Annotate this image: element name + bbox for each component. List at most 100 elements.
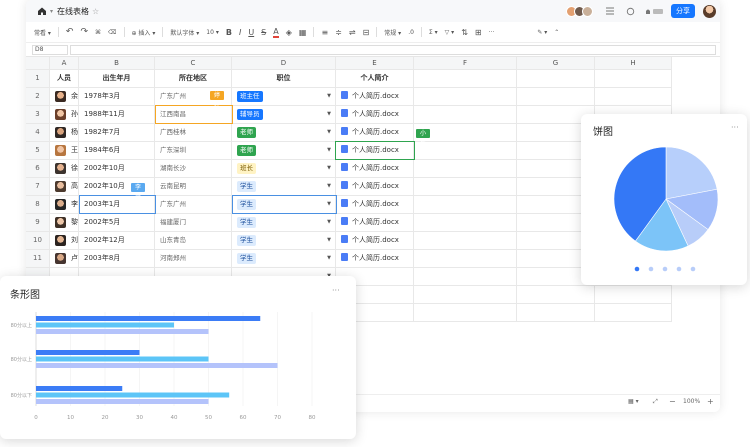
column-header-g[interactable]: G (517, 57, 595, 70)
pagination-dot[interactable] (690, 266, 696, 272)
notification-icon[interactable] (643, 4, 665, 18)
select-all-corner[interactable] (26, 57, 50, 70)
dropdown-arrow-icon[interactable]: ▼ (327, 142, 331, 159)
formula-input[interactable] (70, 45, 716, 55)
job-cell[interactable]: 学生 ▼ (232, 214, 336, 232)
row-header[interactable]: 6 (26, 160, 50, 178)
row-header[interactable]: 7 (26, 178, 50, 196)
home-icon[interactable] (35, 4, 49, 18)
region-cell[interactable]: 江西南昌 (155, 106, 232, 124)
column-header-c[interactable]: C (155, 57, 232, 70)
resume-cell[interactable]: 个人简历.docx (336, 250, 414, 268)
view-mode-button[interactable]: ▦ ▾ (628, 398, 639, 405)
column-title-region[interactable]: 所在地区 (155, 70, 232, 88)
zoom-level[interactable]: 100% (683, 398, 700, 405)
person-cell[interactable]: 刘熠翔 (50, 232, 79, 250)
resume-cell[interactable]: 个人简历.docx (336, 106, 414, 124)
job-cell[interactable]: 班主任 ▼ (232, 88, 336, 106)
border-icon[interactable]: ▦ (299, 28, 307, 37)
user-avatar[interactable] (703, 4, 716, 18)
birth-date-cell[interactable]: 1988年11月 (79, 106, 155, 124)
font-family-select[interactable]: 默认字体 ▾ (170, 28, 199, 37)
table-cell[interactable] (414, 196, 517, 214)
resume-cell[interactable]: 个人简历.docx (336, 88, 414, 106)
table-cell[interactable] (517, 70, 595, 88)
table-cell[interactable] (414, 88, 517, 106)
resume-file-name[interactable]: 个人简历.docx (352, 128, 399, 136)
resume-cell[interactable]: 个人简历.docx (336, 124, 414, 142)
column-header-e[interactable]: E (336, 57, 414, 70)
person-cell[interactable]: 王小星 (50, 142, 79, 160)
job-cell[interactable]: 学生 ▼ (232, 250, 336, 268)
region-cell[interactable]: 云南昆明 (155, 178, 232, 196)
vertical-align-icon[interactable]: ≑ (335, 28, 342, 37)
table-cell[interactable] (414, 250, 517, 268)
job-cell[interactable]: 辅导员 ▼ (232, 106, 336, 124)
person-chip[interactable]: 卢俊 (55, 250, 78, 267)
resume-file-name[interactable]: 个人简历.docx (352, 164, 399, 172)
freeze-icon[interactable]: ⊞ (475, 28, 482, 37)
table-cell[interactable] (414, 304, 517, 322)
align-left-icon[interactable]: ≡ (321, 28, 328, 37)
person-chip[interactable]: 刘熠翔 (55, 232, 78, 249)
person-cell[interactable]: 黎晓志 (50, 214, 79, 232)
resume-file-name[interactable]: 个人简历.docx (352, 146, 399, 154)
fit-screen-icon[interactable]: ⤢ (653, 398, 658, 406)
row-header[interactable]: 2 (26, 88, 50, 106)
row-header[interactable]: 9 (26, 214, 50, 232)
bar[interactable] (36, 350, 140, 355)
dropdown-arrow-icon[interactable]: ▼ (327, 88, 331, 105)
zoom-out-button[interactable]: − (669, 397, 676, 406)
strikethrough-button[interactable]: S (261, 28, 266, 37)
row-header[interactable]: 10 (26, 232, 50, 250)
region-cell[interactable]: 广东广州 (155, 196, 232, 214)
person-chip[interactable]: 王小星 (55, 142, 78, 159)
italic-button[interactable]: I (239, 28, 241, 37)
table-cell[interactable] (414, 142, 517, 160)
resume-file-name[interactable]: 个人简历.docx (352, 200, 399, 208)
number-format-select[interactable]: 常规 ▾ (384, 28, 401, 37)
person-chip[interactable]: 徐建 (55, 160, 78, 177)
resume-cell[interactable]: 个人简历.docx (336, 160, 414, 178)
dropdown-arrow-icon[interactable]: ▼ (327, 250, 331, 267)
bar[interactable] (36, 316, 261, 321)
person-chip[interactable]: 李冬 (55, 196, 78, 213)
region-cell[interactable]: 湖南长沙 (155, 160, 232, 178)
resume-file-name[interactable]: 个人简历.docx (352, 236, 399, 244)
pagination-dot[interactable] (648, 266, 654, 272)
font-size-select[interactable]: 10 ▾ (206, 29, 219, 36)
person-cell[interactable]: 李冬 (50, 196, 79, 214)
table-cell[interactable] (595, 304, 672, 322)
bar[interactable] (36, 329, 209, 334)
table-cell[interactable] (414, 70, 517, 88)
table-cell[interactable] (414, 286, 517, 304)
menu-icon[interactable] (603, 4, 617, 18)
undo-icon[interactable]: ↶ (66, 27, 74, 37)
bar[interactable] (36, 363, 278, 368)
sort-icon[interactable]: ⇅ (461, 28, 468, 37)
person-cell[interactable]: 卢俊 (50, 250, 79, 268)
job-cell[interactable]: 学生 ▼ (232, 196, 336, 214)
bold-button[interactable]: B (226, 28, 232, 37)
pagination-dot[interactable] (676, 266, 682, 272)
column-header-a[interactable]: A (50, 57, 79, 70)
person-chip[interactable]: 高俊华 (55, 178, 78, 195)
table-cell[interactable] (414, 106, 517, 124)
table-cell[interactable] (517, 88, 595, 106)
row-header[interactable]: 3 (26, 106, 50, 124)
person-chip[interactable]: 余若云 (55, 88, 78, 105)
resume-file-name[interactable]: 个人简历.docx (352, 92, 399, 100)
row-header[interactable]: 5 (26, 142, 50, 160)
person-chip[interactable]: 孙婷婷 (55, 106, 78, 123)
star-icon[interactable]: ☆ (92, 7, 99, 16)
table-cell[interactable] (595, 286, 672, 304)
column-title-birth[interactable]: 出生年月 (79, 70, 155, 88)
person-cell[interactable]: 余若云 (50, 88, 79, 106)
pagination-dot[interactable] (662, 266, 668, 272)
home-dropdown-icon[interactable]: ▾ (50, 8, 53, 15)
bar[interactable] (36, 399, 209, 404)
pagination-dot[interactable] (634, 266, 640, 272)
document-title[interactable]: 在线表格 (57, 6, 89, 17)
wrap-text-icon[interactable]: ⇌ (349, 28, 356, 37)
font-color-button[interactable]: A (273, 27, 279, 38)
